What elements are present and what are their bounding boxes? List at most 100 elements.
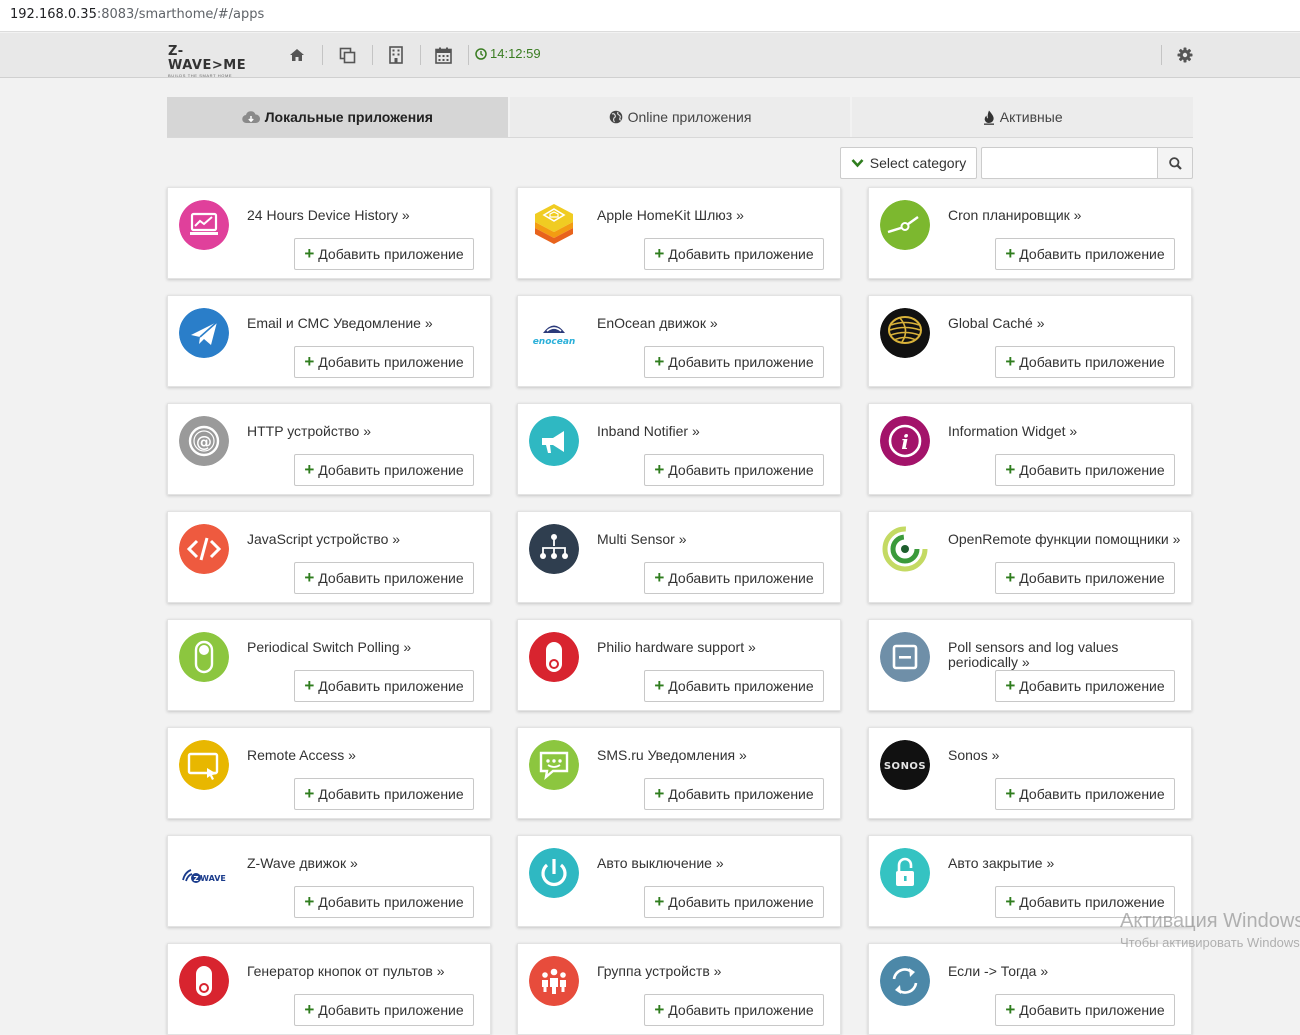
power-icon [529,848,579,898]
plus-icon: + [304,352,315,371]
app-card: enocean EnOcean движок » + Добавить приложе… [517,295,841,387]
plus-icon: + [304,244,315,263]
plus-icon: + [1005,892,1016,911]
plus-icon: + [654,244,665,263]
monitor-chart-icon [179,200,229,250]
add-app-button[interactable]: + Добавить приложение [644,670,824,702]
add-app-button[interactable]: + Добавить приложение [644,778,824,810]
add-app-button[interactable]: + Добавить приложение [644,238,824,270]
app-title-link[interactable]: Z-Wave движок » [247,856,482,871]
add-app-button[interactable]: + Добавить приложение [644,886,824,918]
add-app-label: Добавить приложение [1019,786,1165,802]
add-app-button[interactable]: + Добавить приложение [995,454,1175,486]
add-app-button[interactable]: + Добавить приложение [294,994,474,1026]
app-card: Apple HomeKit Шлюз » + Добавить приложение [517,187,841,279]
add-app-button[interactable]: + Добавить приложение [644,562,824,594]
add-app-label: Добавить приложение [668,678,814,694]
add-app-button[interactable]: + Добавить приложение [294,454,474,486]
plus-icon: + [654,892,665,911]
app-card: i Information Widget » + Добавить приложени… [868,403,1192,495]
app-title-link[interactable]: Information Widget » [948,424,1183,439]
add-app-button[interactable]: + Добавить приложение [294,778,474,810]
app-title-link[interactable]: Группа устройств » [597,964,832,979]
plus-icon: + [1005,784,1016,803]
plus-icon: + [304,784,315,803]
app-card: JavaScript устройство » + Добавить приложе… [167,511,491,603]
app-title-link[interactable]: Multi Sensor » [597,532,832,547]
app-title-link[interactable]: Remote Access » [247,748,482,763]
app-title-link[interactable]: JavaScript устройство » [247,532,482,547]
add-app-button[interactable]: + Добавить приложение [294,562,474,594]
add-app-button[interactable]: + Добавить приложение [995,778,1175,810]
plus-icon: + [654,568,665,587]
app-card: Philio hardware support » + Добавить прило… [517,619,841,711]
add-app-button[interactable]: + Добавить приложение [995,238,1175,270]
app-title-link[interactable]: Sonos » [948,748,1183,763]
app-title-link[interactable]: Email и СМС Уведомление » [247,316,482,331]
remote-screen-icon [179,740,229,790]
plus-icon: + [1005,352,1016,371]
add-app-button[interactable]: + Добавить приложение [294,238,474,270]
app-title-link[interactable]: Periodical Switch Polling » [247,640,482,655]
app-title-link[interactable]: Global Caché » [948,316,1183,331]
plus-icon: + [304,892,315,911]
cron-icon [880,200,930,250]
add-app-button[interactable]: + Добавить приложение [995,562,1175,594]
plus-icon: + [654,460,665,479]
enocean-icon: enocean [529,308,579,358]
refresh-icon [880,956,930,1006]
svg-text:Z: Z [193,875,198,883]
app-title-link[interactable]: SMS.ru Уведомления » [597,748,832,763]
add-app-button[interactable]: + Добавить приложение [995,994,1175,1026]
plus-icon: + [654,1000,665,1019]
homekit-icon [529,200,579,250]
add-app-label: Добавить приложение [668,570,814,586]
svg-text:enocean: enocean [533,337,576,347]
app-title-link[interactable]: 24 Hours Device History » [247,208,482,223]
add-app-button[interactable]: + Добавить приложение [995,346,1175,378]
windows-activation-watermark: Активация Windows Чтобы активировать Win… [1120,910,1300,950]
lock-icon [880,848,930,898]
mail-icon [179,308,229,358]
add-app-label: Добавить приложение [1019,462,1165,478]
app-title-link[interactable]: Если -> Тогда » [948,964,1183,979]
app-title-link[interactable]: Авто выключение » [597,856,832,871]
toggle-red-icon [179,956,229,1006]
app-card: SONOS Sonos » + Добавить приложение [868,727,1192,819]
svg-text:@: @ [196,432,212,451]
add-app-button[interactable]: + Добавить приложение [995,670,1175,702]
add-app-button[interactable]: + Добавить приложение [294,886,474,918]
app-title-link[interactable]: Apple HomeKit Шлюз » [597,208,832,223]
add-app-label: Добавить приложение [668,1002,814,1018]
plus-icon: + [654,676,665,695]
add-app-label: Добавить приложение [1019,894,1165,910]
app-card: Если -> Тогда » + Добавить приложение [868,943,1192,1035]
add-app-button[interactable]: + Добавить приложение [644,994,824,1026]
toggle-icon [179,632,229,682]
app-card: Email и СМС Уведомление » + Добавить прило… [167,295,491,387]
add-app-label: Добавить приложение [1019,354,1165,370]
app-title-link[interactable]: Авто закрытие » [948,856,1183,871]
plus-icon: + [1005,244,1016,263]
app-card: SMS.ru Уведомления » + Добавить приложение [517,727,841,819]
add-app-label: Добавить приложение [318,570,464,586]
app-title-link[interactable]: Cron планировщик » [948,208,1183,223]
add-app-button[interactable]: + Добавить приложение [294,346,474,378]
app-title-link[interactable]: HTTP устройство » [247,424,482,439]
group-icon [529,956,579,1006]
sensor-icon [880,632,930,682]
app-title-link[interactable]: Inband Notifier » [597,424,832,439]
app-title-link[interactable]: Генератор кнопок от пультов » [247,964,482,979]
app-title-link[interactable]: OpenRemote функции помощники » [948,532,1183,547]
add-app-button[interactable]: + Добавить приложение [644,346,824,378]
app-card: Z WAVE Z-Wave движок » + Добавить приложение [167,835,491,927]
add-app-button[interactable]: + Добавить приложение [294,670,474,702]
add-app-label: Добавить приложение [668,894,814,910]
app-title-link[interactable]: Poll sensors and log values periodically… [948,640,1183,670]
app-card: Cron планировщик » + Добавить приложение [868,187,1192,279]
app-title-link[interactable]: EnOcean движок » [597,316,832,331]
app-title-link[interactable]: Philio hardware support » [597,640,832,655]
add-app-label: Добавить приложение [318,1002,464,1018]
add-app-button[interactable]: + Добавить приложение [644,454,824,486]
app-card: Remote Access » + Добавить приложение [167,727,491,819]
